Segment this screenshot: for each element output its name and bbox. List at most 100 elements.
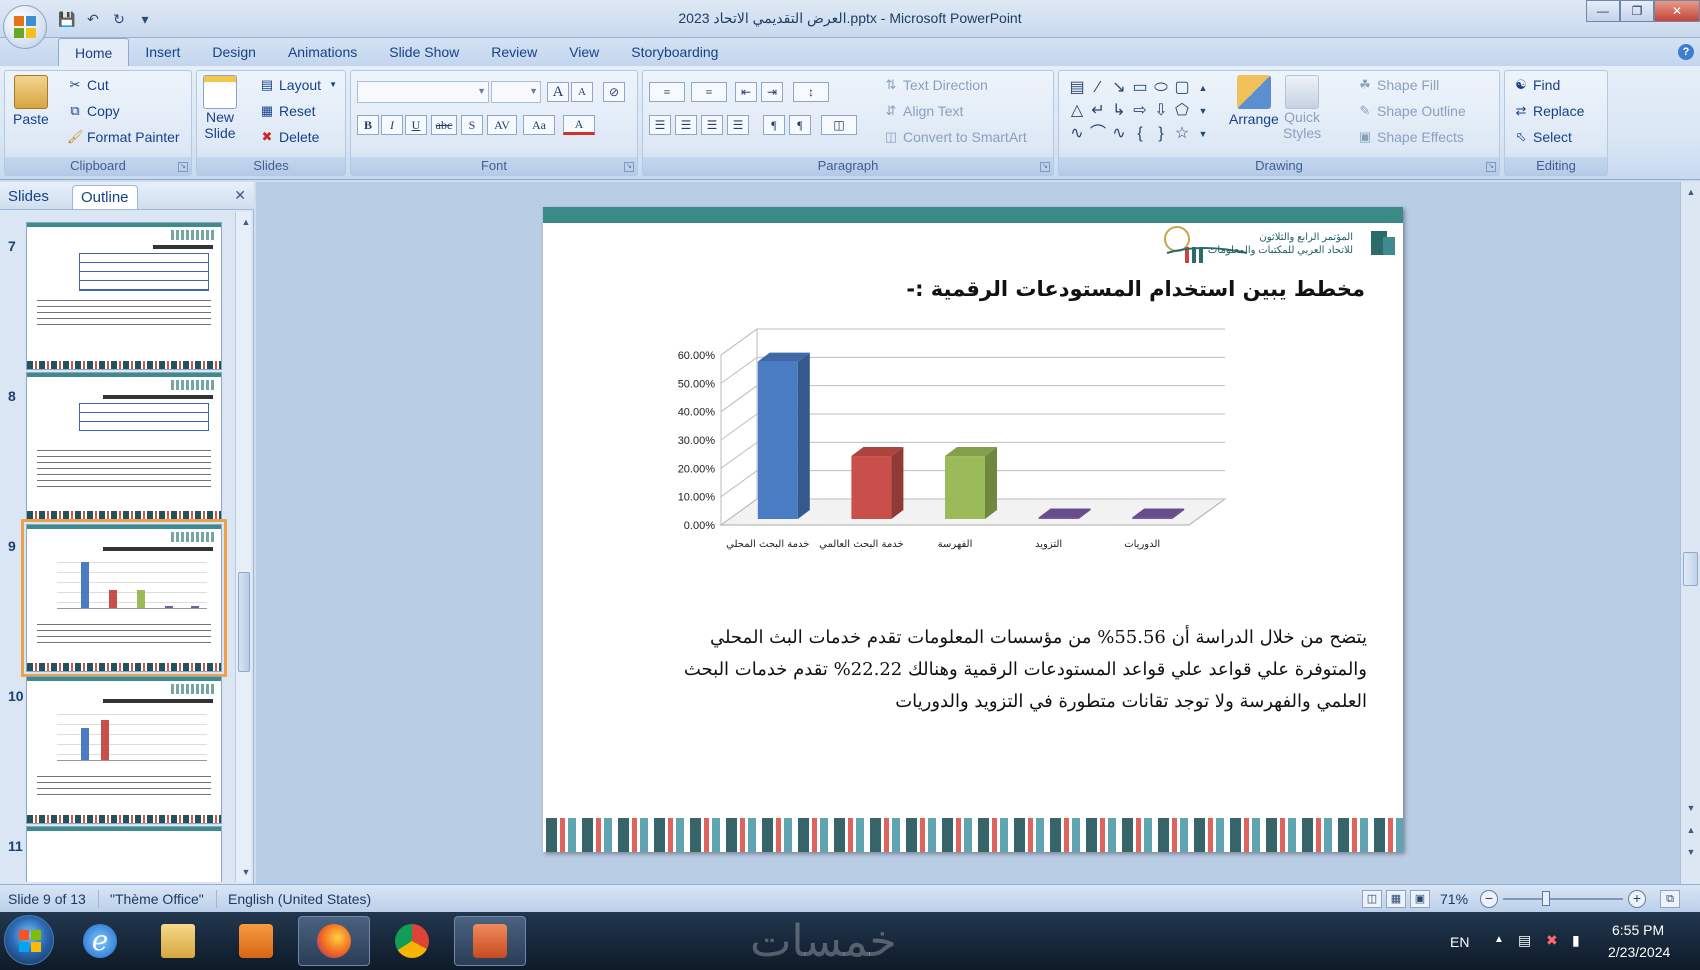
rtl-icon[interactable]: ¶ [763,115,785,135]
columns-icon[interactable]: ◫ [821,115,857,135]
fit-to-window-icon[interactable]: ⧉ [1660,890,1680,908]
slide-thumbnail-9[interactable] [21,519,227,677]
justify-icon[interactable]: ☰ [727,115,749,135]
tab-storyboarding[interactable]: Storyboarding [615,38,734,66]
internet-explorer-taskbar-button[interactable]: e [64,916,136,966]
bar[interactable] [1038,517,1079,520]
tab-slides[interactable]: Slides [0,185,57,209]
scroll-down-icon[interactable]: ▼ [238,864,254,880]
triangle-shape-icon[interactable]: △ [1067,100,1087,122]
language-indicator[interactable]: EN [1450,934,1469,950]
scroll-down-icon[interactable]: ▼ [1683,800,1699,816]
current-slide[interactable]: المؤتمر الرابع والثلاثون للاتحاد العربي … [543,207,1403,852]
replace-button[interactable]: ⇄ Replace [1513,103,1585,119]
curve-shape-icon[interactable]: ∿ [1109,123,1129,145]
new-slide-button[interactable]: New Slide [203,75,237,141]
arc-shape-icon[interactable]: ⌒ [1088,123,1108,145]
reset-button[interactable]: ▦ Reset [259,103,316,119]
font-launcher-icon[interactable]: ↘ [624,162,634,172]
find-button[interactable]: ☯ Find [1513,77,1560,93]
minimize-button[interactable]: — [1586,0,1620,22]
shape-outline-button[interactable]: ✎ Shape Outline [1357,103,1466,119]
cut-button[interactable]: ✂ Cut [67,77,109,93]
bold-button[interactable]: B [357,115,379,135]
tab-review[interactable]: Review [475,38,553,66]
quick-styles-button[interactable]: Quick Styles [1283,75,1321,141]
slide-sorter-view-icon[interactable]: ▦ [1386,890,1406,908]
star-shape-icon[interactable]: ☆ [1172,123,1192,145]
line-shape-icon[interactable]: ∕ [1088,77,1108,99]
tab-home[interactable]: Home [58,38,130,66]
slide-thumbnail-8[interactable] [26,372,222,520]
pane-scrollbar[interactable]: ▲ ▼ [235,212,251,882]
device-icon[interactable]: ▤ [1518,932,1531,949]
firefox-taskbar-button[interactable] [298,916,370,966]
change-case-button[interactable]: Aa [523,115,555,135]
start-button[interactable] [4,915,54,965]
align-center-icon[interactable]: ☰ [675,115,697,135]
normal-view-icon[interactable]: ◫ [1362,890,1382,908]
align-left-icon[interactable]: ☰ [649,115,671,135]
file-explorer-taskbar-button[interactable] [142,916,214,966]
close-button[interactable]: ✕ [1654,0,1700,22]
slide-thumbnail-11[interactable] [26,826,222,882]
zoom-out-icon[interactable]: − [1480,890,1498,908]
scroll-thumb[interactable] [238,572,250,672]
bar[interactable] [851,456,892,519]
right-brace-icon[interactable]: } [1151,123,1171,145]
text-direction-button[interactable]: ⇅ Text Direction [883,77,988,93]
underline-button[interactable]: U [405,115,427,135]
grow-font-button[interactable]: A [547,82,569,102]
delete-button[interactable]: ✖ Delete [259,129,320,145]
clock-date[interactable]: 2/23/2024 [1608,944,1670,960]
down-arrow-shape-icon[interactable]: ⇩ [1151,100,1171,122]
elbow-arrow-icon[interactable]: ↳ [1109,100,1129,122]
font-color-button[interactable]: A [563,115,595,135]
clipboard-launcher-icon[interactable]: ↘ [178,162,188,172]
copy-button[interactable]: ⧉ Copy [67,103,119,119]
increase-indent-icon[interactable]: ⇥ [761,82,783,102]
shape-effects-button[interactable]: ▣ Shape Effects [1357,129,1464,145]
maximize-button[interactable]: ❐ [1620,0,1654,22]
rounded-rectangle-shape-icon[interactable]: ▢ [1172,77,1192,99]
tab-outline[interactable]: Outline [72,185,138,209]
ltr-icon[interactable]: ¶ [789,115,811,135]
zoom-slider-knob[interactable] [1542,891,1550,906]
tab-view[interactable]: View [553,38,615,66]
drawing-launcher-icon[interactable]: ↘ [1486,162,1496,172]
paragraph-launcher-icon[interactable]: ↘ [1040,162,1050,172]
elbow-connector-icon[interactable]: ↵ [1088,100,1108,122]
line-spacing-icon[interactable]: ↕ [793,82,829,102]
help-icon[interactable]: ? [1678,44,1694,60]
align-text-button[interactable]: ⇵ Align Text [883,103,964,119]
office-button[interactable] [3,5,47,49]
numbering-icon[interactable]: ≡ [691,82,727,102]
shape-fill-button[interactable]: ☘ Shape Fill [1357,77,1439,93]
gallery-scroll-down-icon[interactable]: ▼ [1193,100,1213,122]
slide-body-text[interactable]: يتضح من خلال الدراسة أن 55.56% من مؤسسات… [647,622,1367,718]
slide-thumbnail-7[interactable] [26,222,222,370]
powerpoint-taskbar-button[interactable] [454,916,526,966]
bar-chart[interactable]: 0.00% 10.00% 20.00% 30.00% 40.00% 50.00% 60.00… [653,319,1253,569]
tab-design[interactable]: Design [196,38,272,66]
align-right-icon[interactable]: ☰ [701,115,723,135]
bar[interactable] [945,456,985,519]
signal-icon[interactable]: ▮ [1572,932,1580,949]
bullets-icon[interactable]: ≡ [649,82,685,102]
arrow-line-shape-icon[interactable]: ↘ [1109,77,1129,99]
language-indicator[interactable]: English (United States) [228,891,371,907]
theme-name[interactable]: "Thème Office" [110,891,204,907]
tab-insert[interactable]: Insert [129,38,196,66]
show-hidden-icons-icon[interactable]: ▲ [1494,934,1504,945]
close-icon[interactable]: ✕ [234,187,246,204]
tab-animations[interactable]: Animations [272,38,373,66]
decrease-indent-icon[interactable]: ⇤ [735,82,757,102]
bar[interactable] [1132,517,1173,520]
oval-shape-icon[interactable]: ⬭ [1151,77,1171,99]
character-spacing-button[interactable]: AV [487,115,517,135]
arrange-button[interactable]: Arrange [1229,75,1279,127]
pentagon-shape-icon[interactable]: ⬠ [1172,100,1192,122]
scroll-up-icon[interactable]: ▲ [1683,184,1699,200]
scroll-thumb[interactable] [1683,552,1698,586]
format-painter-button[interactable]: 🖌 Format Painter [67,129,180,145]
